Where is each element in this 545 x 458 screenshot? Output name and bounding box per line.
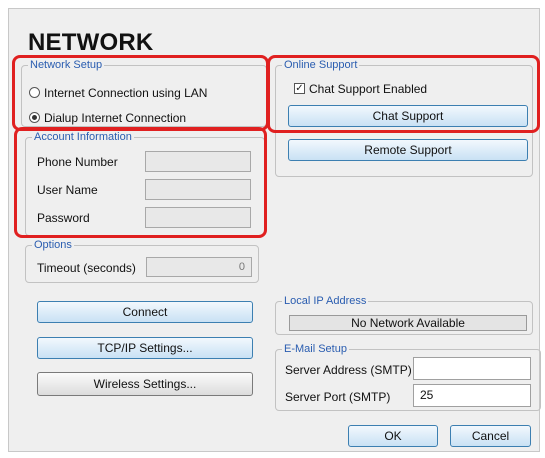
chat-support-button[interactable]: Chat Support (288, 105, 528, 127)
lan-radio-label[interactable]: Internet Connection using LAN (44, 86, 207, 100)
tcpip-settings-button[interactable]: TCP/IP Settings... (37, 337, 253, 359)
chat-support-enabled-label[interactable]: Chat Support Enabled (309, 82, 427, 96)
server-port-label: Server Port (SMTP) (285, 390, 391, 404)
email-setup-legend: E-Mail Setup (284, 343, 347, 355)
network-setup-legend: Network Setup (30, 59, 103, 71)
network-dialog: NETWORK Network Setup Internet Connectio… (8, 8, 541, 452)
account-information-legend: Account Information (34, 131, 132, 143)
ok-button[interactable]: OK (348, 425, 438, 447)
dialup-radio[interactable] (29, 112, 40, 123)
online-support-legend: Online Support (284, 59, 358, 71)
local-ip-legend: Local IP Address (284, 295, 367, 307)
phone-number-label: Phone Number (37, 155, 118, 169)
dialup-radio-label[interactable]: Dialup Internet Connection (44, 111, 186, 125)
user-name-label: User Name (37, 183, 98, 197)
page-title: NETWORK (28, 29, 154, 56)
local-ip-status: No Network Available (289, 315, 527, 331)
chat-support-enabled-checkbox[interactable]: ✓ (294, 83, 305, 94)
remote-support-button[interactable]: Remote Support (288, 139, 528, 161)
server-address-field[interactable] (413, 357, 531, 380)
phone-number-field[interactable] (145, 151, 251, 172)
server-address-label: Server Address (SMTP) (285, 363, 412, 377)
lan-radio[interactable] (29, 87, 40, 98)
password-label: Password (37, 211, 90, 225)
user-name-field[interactable] (145, 179, 251, 200)
password-field[interactable] (145, 207, 251, 228)
cancel-button[interactable]: Cancel (450, 425, 531, 447)
server-port-field[interactable]: 25 (413, 384, 531, 407)
options-legend: Options (34, 239, 72, 251)
connect-button[interactable]: Connect (37, 301, 253, 323)
timeout-label: Timeout (seconds) (37, 261, 136, 275)
wireless-settings-button[interactable]: Wireless Settings... (37, 372, 253, 396)
timeout-field[interactable]: 0 (146, 257, 252, 277)
